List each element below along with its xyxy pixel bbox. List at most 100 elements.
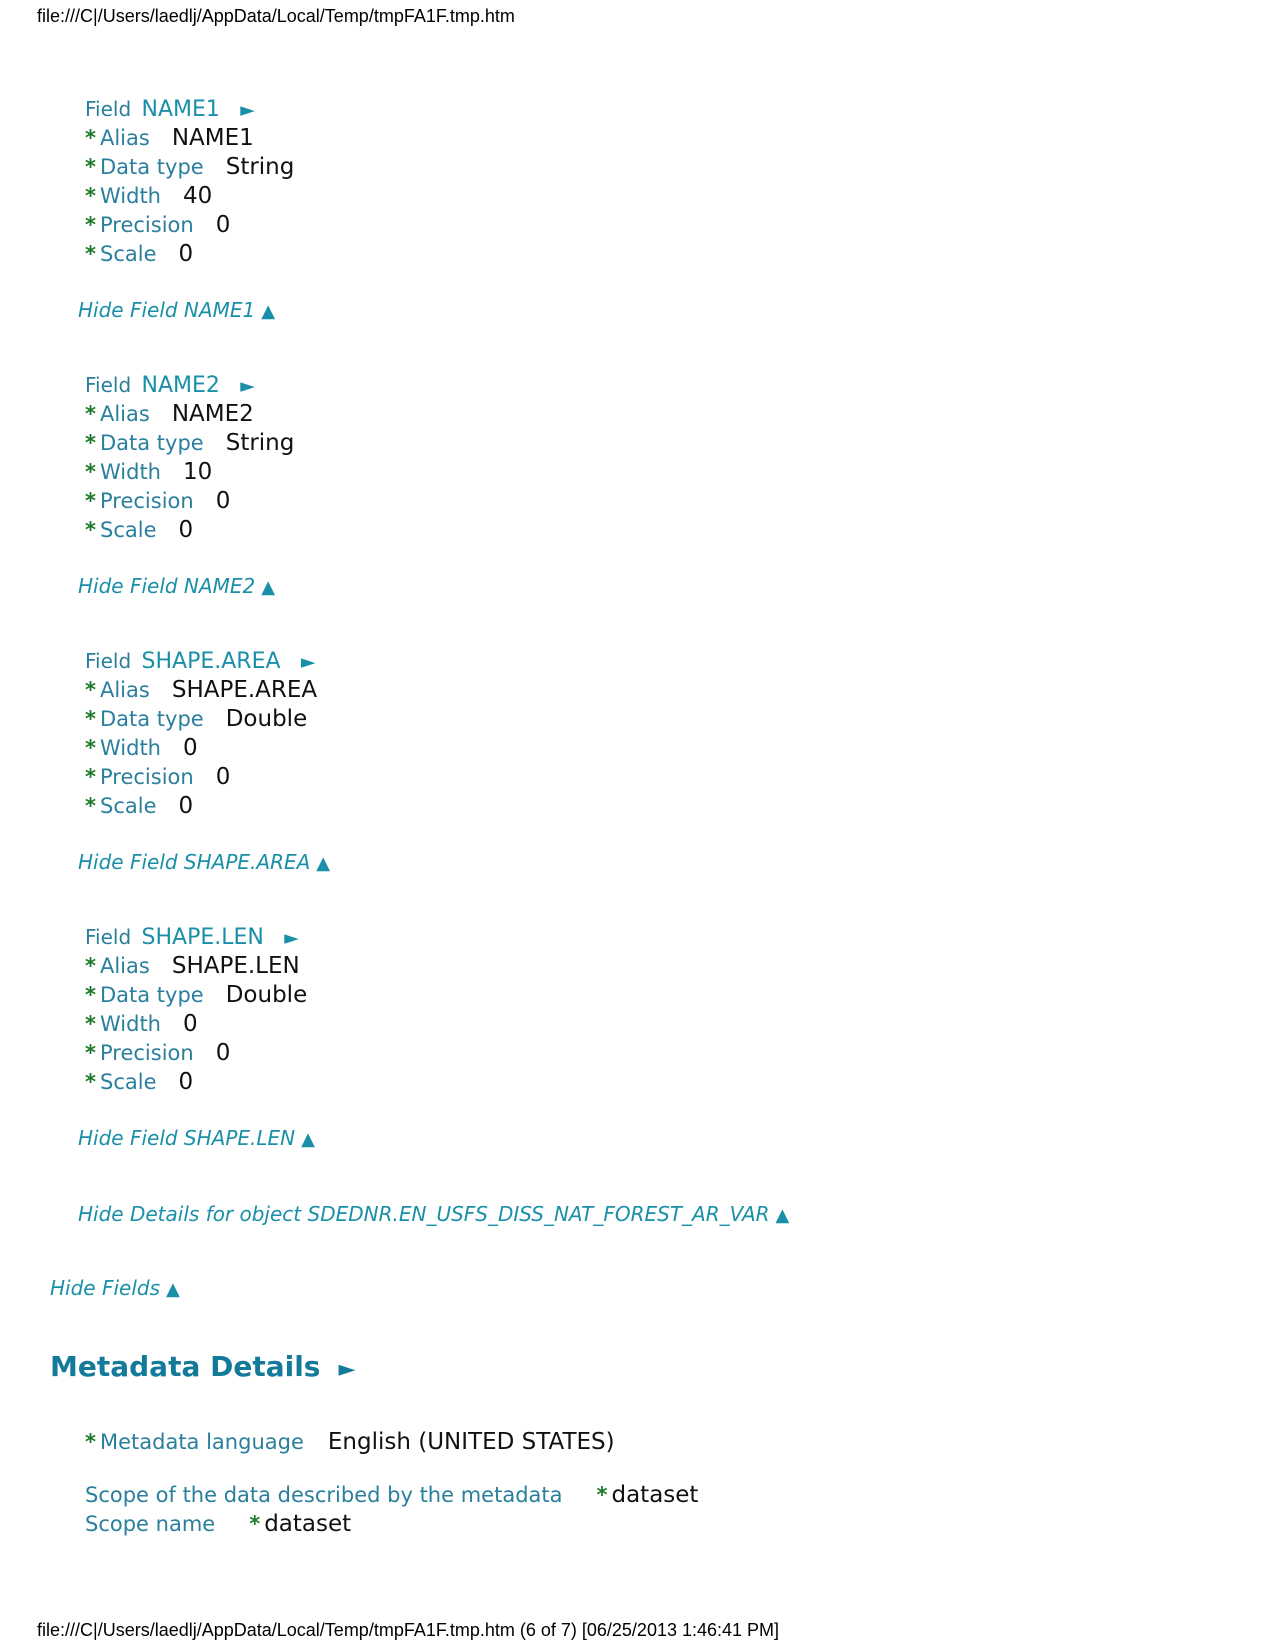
hide-field-shape-area-link[interactable]: Hide Field SHAPE.AREA ▲ [78, 850, 330, 874]
alias-label: Alias [99, 402, 150, 426]
field-block-name2: Field NAME2 ► * Alias NAME2 * Data type Stri… [85, 372, 294, 545]
field-name: SHAPE.AREA [141, 649, 281, 674]
data-type-label: Data type [99, 983, 204, 1007]
data-type-value: Double [225, 706, 308, 732]
data-type-value: Double [225, 982, 308, 1008]
scale-label: Scale [99, 518, 157, 542]
expand-arrow-icon[interactable]: ► [240, 375, 255, 397]
alias-value: SHAPE.AREA [171, 677, 318, 703]
alias-label: Alias [99, 678, 150, 702]
print-footer: file:///C|/Users/laedlj/AppData/Local/Te… [37, 1620, 780, 1640]
scope-row: Scope of the data described by the metad… [85, 1482, 698, 1508]
required-star-icon: * [85, 1430, 96, 1454]
hide-fields-link[interactable]: Hide Fields ▲ [50, 1276, 180, 1300]
alias-row: * Alias SHAPE.LEN [85, 952, 307, 981]
field-title[interactable]: Field NAME1 ► [85, 96, 294, 122]
scale-label: Scale [99, 242, 157, 266]
expand-arrow-icon[interactable]: ► [284, 927, 299, 949]
precision-value: 0 [215, 212, 231, 238]
width-label: Width [99, 460, 161, 484]
precision-value: 0 [215, 488, 231, 514]
scale-value: 0 [178, 793, 194, 819]
required-star-icon: * [85, 518, 96, 542]
field-label: Field [85, 373, 132, 397]
alias-label: Alias [99, 126, 150, 150]
data-type-row: * Data type String [85, 153, 294, 182]
required-star-icon: * [85, 242, 96, 266]
alias-value: SHAPE.LEN [171, 953, 300, 979]
expand-arrow-icon[interactable]: ► [240, 99, 255, 121]
field-block-name1: Field NAME1 ► * Alias NAME1 * Data type Stri… [85, 96, 294, 269]
required-star-icon: * [596, 1483, 608, 1507]
data-type-label: Data type [99, 707, 204, 731]
expand-arrow-icon[interactable]: ► [338, 1357, 355, 1382]
field-title[interactable]: Field SHAPE.AREA ► [85, 648, 317, 674]
precision-label: Precision [99, 489, 194, 513]
width-value: 0 [183, 1011, 198, 1037]
field-name: NAME2 [141, 373, 220, 398]
alias-row: * Alias NAME2 [85, 400, 294, 429]
field-title[interactable]: Field NAME2 ► [85, 372, 294, 398]
required-star-icon: * [85, 678, 96, 702]
required-star-icon: * [85, 765, 96, 789]
scale-label: Scale [99, 1070, 157, 1094]
precision-row: * Precision 0 [85, 763, 317, 792]
scale-label: Scale [99, 794, 157, 818]
alias-row: * Alias NAME1 [85, 124, 294, 153]
scope-label: Scope of the data described by the metad… [85, 1483, 563, 1507]
metadata-language-row: * Metadata language English (UNITED STATES… [85, 1429, 615, 1455]
precision-label: Precision [99, 213, 194, 237]
width-value: 10 [183, 459, 213, 485]
scope-name-row: Scope name * dataset [85, 1511, 351, 1537]
print-header-path: file:///C|/Users/laedlj/AppData/Local/Te… [37, 6, 515, 26]
precision-row: * Precision 0 [85, 211, 294, 240]
required-star-icon: * [85, 707, 96, 731]
precision-row: * Precision 0 [85, 487, 294, 516]
hide-details-link[interactable]: Hide Details for object SDEDNR.EN_USFS_D… [78, 1202, 789, 1226]
required-star-icon: * [85, 126, 96, 150]
field-block-shape-len: Field SHAPE.LEN ► * Alias SHAPE.LEN * Data … [85, 924, 307, 1097]
scale-row: * Scale 0 [85, 240, 294, 269]
required-star-icon: * [85, 1070, 96, 1094]
data-type-value: String [225, 154, 295, 180]
required-star-icon: * [85, 155, 96, 179]
collapse-arrow-icon: ▲ [316, 853, 331, 874]
required-star-icon: * [85, 184, 96, 208]
required-star-icon: * [85, 794, 96, 818]
precision-value: 0 [215, 1040, 231, 1066]
scale-value: 0 [178, 1069, 194, 1095]
required-star-icon: * [85, 983, 96, 1007]
hide-field-name2-link[interactable]: Hide Field NAME2 ▲ [78, 574, 275, 598]
width-row: * Width 0 [85, 1010, 307, 1039]
field-title[interactable]: Field SHAPE.LEN ► [85, 924, 307, 950]
metadata-language-label: Metadata language [99, 1430, 304, 1454]
scope-name-value: dataset [264, 1511, 352, 1537]
scale-row: * Scale 0 [85, 516, 294, 545]
field-name: SHAPE.LEN [141, 925, 264, 950]
hide-fields-label: Hide Fields [50, 1276, 160, 1300]
scope-name-label: Scope name [85, 1512, 216, 1536]
hide-field-label: Hide Field SHAPE.AREA [78, 850, 311, 874]
hide-field-label: Hide Field NAME1 [78, 298, 256, 322]
hide-field-label: Hide Field SHAPE.LEN [78, 1126, 296, 1150]
data-type-row: * Data type String [85, 429, 294, 458]
field-name: NAME1 [141, 97, 220, 122]
required-star-icon: * [85, 1041, 96, 1065]
metadata-details-heading[interactable]: Metadata Details ► [50, 1350, 355, 1383]
field-label: Field [85, 97, 132, 121]
hide-field-name1-link[interactable]: Hide Field NAME1 ▲ [78, 298, 275, 322]
width-label: Width [99, 736, 161, 760]
collapse-arrow-icon: ▲ [775, 1205, 790, 1226]
expand-arrow-icon[interactable]: ► [301, 651, 316, 673]
width-row: * Width 10 [85, 458, 294, 487]
scale-row: * Scale 0 [85, 1068, 307, 1097]
width-row: * Width 0 [85, 734, 317, 763]
precision-label: Precision [99, 1041, 194, 1065]
scope-value: dataset [611, 1482, 699, 1508]
width-label: Width [99, 184, 161, 208]
collapse-arrow-icon: ▲ [301, 1129, 315, 1150]
scale-value: 0 [178, 517, 194, 543]
hide-field-shape-len-link[interactable]: Hide Field SHAPE.LEN ▲ [78, 1126, 315, 1150]
field-block-shape-area: Field SHAPE.AREA ► * Alias SHAPE.AREA * Dat… [85, 648, 317, 821]
width-label: Width [99, 1012, 161, 1036]
